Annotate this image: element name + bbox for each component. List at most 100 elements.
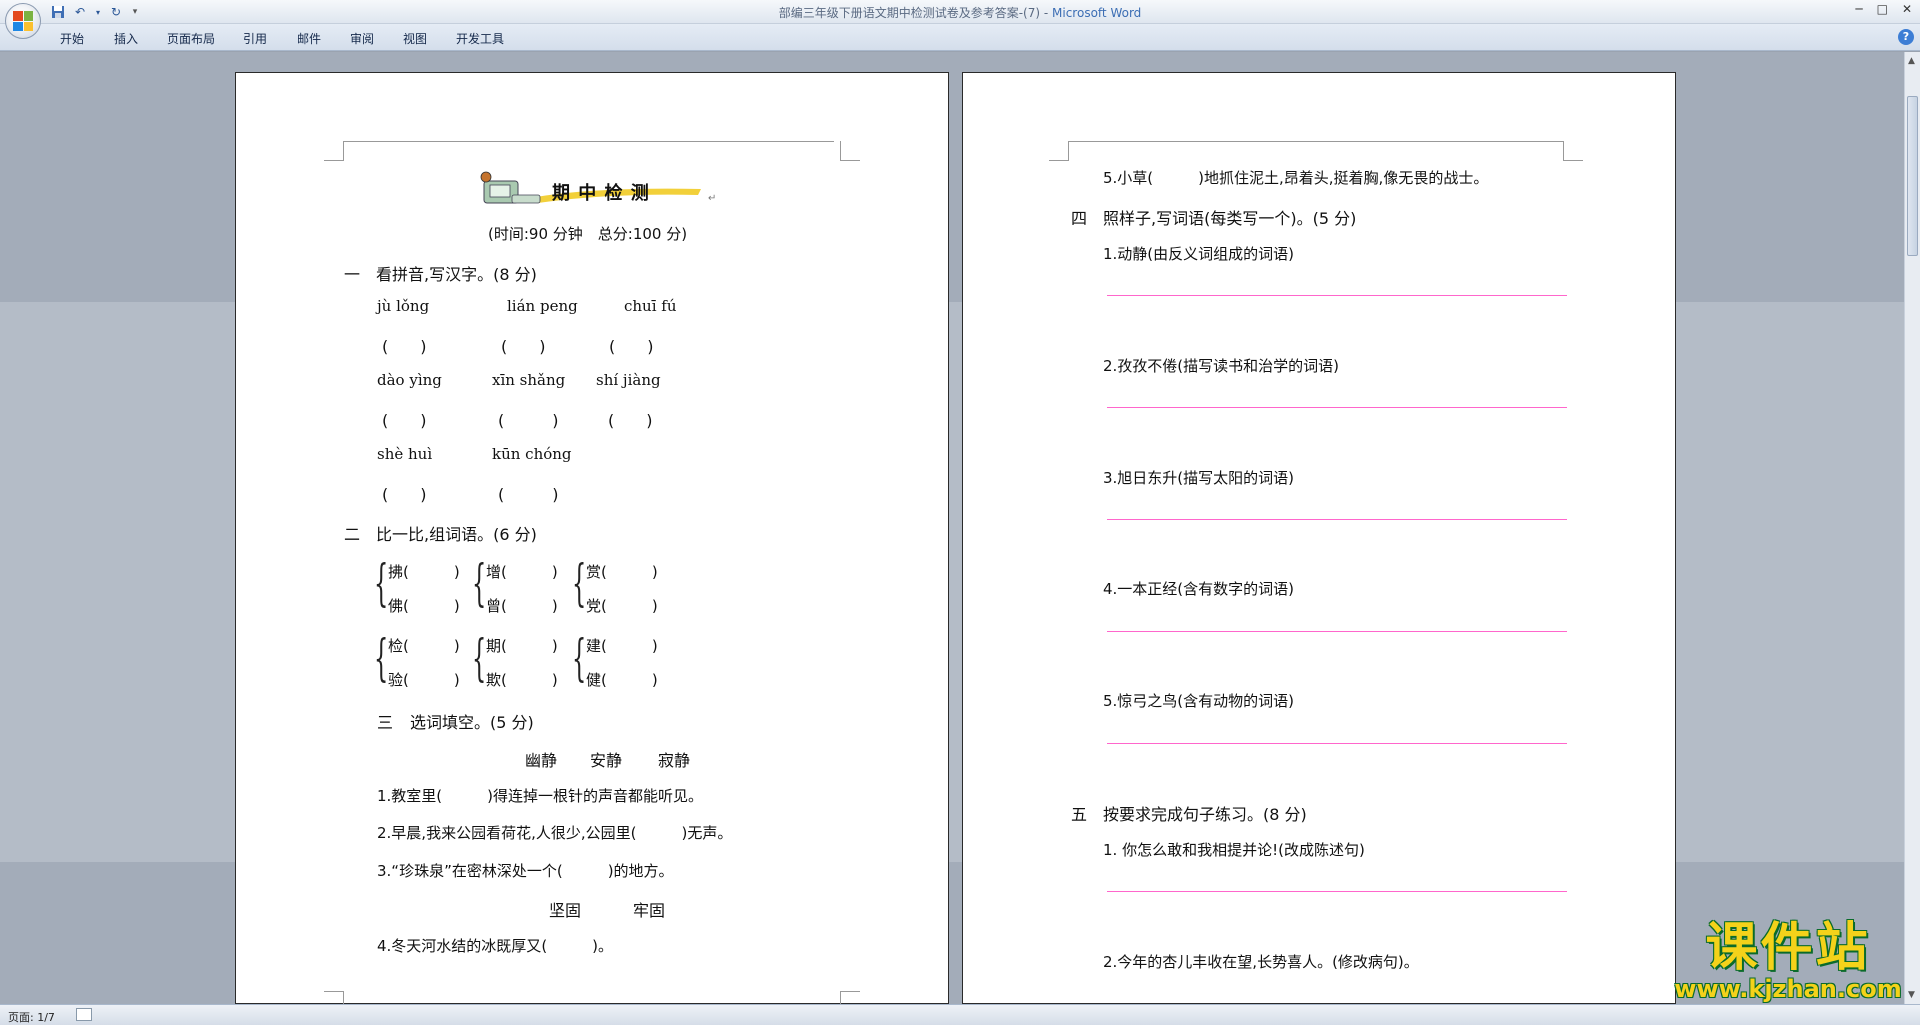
answer-line[interactable] — [1107, 891, 1567, 892]
section-3-heading: 选词填空。(5 分) — [410, 713, 534, 732]
office-button[interactable] — [5, 3, 41, 39]
title-separator: - — [1040, 6, 1053, 20]
vertical-scrollbar[interactable]: ▲ ▼ — [1904, 52, 1920, 1004]
word-group-item[interactable]: 佛( ) — [388, 595, 460, 616]
answer-blank[interactable]: ( ) — [382, 407, 427, 431]
answer-blank[interactable]: ( ) — [501, 333, 546, 357]
brace: { — [472, 629, 487, 687]
pinyin: lián peng — [507, 297, 578, 315]
pinyin: jù lǒng — [377, 297, 430, 315]
word-group-item[interactable]: 曾( ) — [486, 595, 558, 616]
answer-blank[interactable]: ( ) — [609, 333, 654, 357]
exercise-item: 2.孜孜不倦(描写读书和治学的词语) — [1103, 357, 1340, 375]
section-5-number: 五 — [1071, 805, 1088, 824]
page-title: 期 中 检 测 — [552, 183, 650, 204]
answer-line[interactable] — [1107, 407, 1567, 408]
title-bar: ↶ ▾ ↻ ▾ 部编三年级下册语文期中检测试卷及参考答案-(7) - Micro… — [0, 0, 1920, 24]
scroll-up-icon[interactable]: ▲ — [1908, 56, 1915, 66]
document-name: 部编三年级下册语文期中检测试卷及参考答案-(7) — [778, 6, 1041, 20]
pinyin: chuī fú — [624, 297, 677, 315]
site-watermark-logo: 课件站 www.kjzhan.com — [1668, 920, 1908, 1002]
tab-review[interactable]: 审阅 — [350, 30, 374, 47]
tab-developer[interactable]: 开发工具 — [456, 30, 504, 47]
answer-line[interactable] — [1107, 743, 1567, 744]
crop-mark — [1563, 141, 1583, 161]
word-choice: 安静 — [590, 751, 623, 770]
office-logo-icon — [13, 11, 33, 31]
brace: { — [374, 629, 389, 687]
exercise-item: 1. 你怎么敢和我相提并论!(改成陈述句) — [1103, 841, 1365, 859]
exercise-item: 1.动静(由反义词组成的词语) — [1103, 245, 1295, 263]
word-choice: 坚固 — [549, 901, 582, 920]
watermark-text: 课件站 — [1705, 918, 1871, 978]
word-group-item[interactable]: 期( ) — [486, 635, 558, 656]
exercise-item: 4.一本正经(含有数字的词语) — [1103, 580, 1295, 598]
page-indicator[interactable]: 页面: 1/7 — [8, 1009, 55, 1025]
answer-line[interactable] — [1107, 519, 1567, 520]
word-group-item[interactable]: 拂( ) — [388, 561, 460, 582]
tab-home[interactable]: 开始 — [60, 30, 84, 47]
pinyin: dào yìng — [377, 371, 442, 389]
exercise-item: 3.旭日东升(描写太阳的词语) — [1103, 469, 1295, 487]
answer-blank[interactable]: ( ) — [608, 407, 653, 431]
word-group-item[interactable]: 验( ) — [388, 669, 460, 690]
section-1-heading: 看拼音,写汉字。(8 分) — [376, 265, 537, 284]
word-group-item[interactable]: 增( ) — [486, 561, 558, 582]
document-page-1[interactable]: 期 中 检 测 ↵ (时间:90 分钟 总分:100 分) 一 看拼音,写汉字。… — [235, 72, 949, 1005]
ribbon-tab-bar: 开始 插入 页面布局 引用 邮件 审阅 视图 开发工具 ? — [0, 24, 1920, 51]
section-1-number: 一 — [344, 265, 361, 284]
word-group-item[interactable]: 欺( ) — [486, 669, 558, 690]
watermark-url: www.kjzhan.com — [1674, 975, 1902, 1003]
answer-blank[interactable]: ( ) — [498, 407, 559, 431]
scroll-down-icon[interactable]: ▼ — [1908, 990, 1915, 1000]
maximize-icon[interactable]: □ — [1877, 2, 1888, 16]
app-name: Microsoft Word — [1052, 6, 1142, 20]
scroll-thumb[interactable] — [1907, 96, 1918, 256]
section-3-number: 三 — [377, 713, 394, 732]
close-icon[interactable]: ✕ — [1902, 2, 1912, 16]
exam-subtitle: (时间:90 分钟 总分:100 分) — [488, 225, 688, 243]
answer-line[interactable] — [1107, 631, 1567, 632]
question: 3.“珍珠泉”在密林深处一个( )的地方。 — [377, 862, 674, 880]
question: 5.小草( )地抓住泥土,昂着头,挺着胸,像无畏的战士。 — [1103, 169, 1489, 187]
help-icon[interactable]: ? — [1898, 29, 1914, 45]
section-4-number: 四 — [1071, 209, 1088, 228]
section-5-heading: 按要求完成句子练习。(8 分) — [1103, 805, 1307, 824]
proofing-icon[interactable] — [76, 1008, 92, 1021]
tab-page-layout[interactable]: 页面布局 — [167, 30, 215, 47]
word-group-item[interactable]: 建( ) — [586, 635, 658, 656]
word-group-item[interactable]: 党( ) — [586, 595, 658, 616]
paragraph-mark: ↵ — [708, 193, 717, 204]
brace: { — [572, 629, 587, 687]
brace: { — [472, 554, 487, 612]
crop-mark — [343, 141, 344, 161]
brace: { — [572, 554, 587, 612]
crop-mark — [324, 991, 344, 1005]
tab-view[interactable]: 视图 — [403, 30, 427, 47]
crop-mark — [840, 141, 860, 161]
crop-mark — [1049, 141, 1069, 161]
word-group-item[interactable]: 健( ) — [586, 669, 658, 690]
exercise-item: 2.今年的杏儿丰收在望,长势喜人。(修改病句)。 — [1103, 953, 1419, 971]
crop-mark — [324, 141, 344, 161]
minimize-icon[interactable]: ─ — [1855, 2, 1862, 16]
word-group-item[interactable]: 检( ) — [388, 635, 460, 656]
answer-blank[interactable]: ( ) — [498, 481, 559, 505]
question: 1.教室里( )得连掉一根针的声音都能听见。 — [377, 787, 704, 805]
word-group-item[interactable]: 赏( ) — [586, 561, 658, 582]
word-choice: 寂静 — [658, 751, 691, 770]
word-choice: 幽静 — [525, 751, 558, 770]
tab-references[interactable]: 引用 — [243, 30, 267, 47]
word-choice: 牢固 — [633, 901, 666, 920]
pinyin: kūn chóng — [492, 445, 572, 463]
pinyin: xīn shǎng — [492, 371, 566, 389]
tab-insert[interactable]: 插入 — [114, 30, 138, 47]
answer-blank[interactable]: ( ) — [382, 481, 427, 505]
answer-line[interactable] — [1107, 295, 1567, 296]
answer-blank[interactable]: ( ) — [382, 333, 427, 357]
status-bar: 页面: 1/7 — [0, 1004, 1920, 1025]
tab-mailings[interactable]: 邮件 — [297, 30, 321, 47]
window-title: 部编三年级下册语文期中检测试卷及参考答案-(7) - Microsoft Wor… — [0, 4, 1920, 21]
document-page-2[interactable]: 5.小草( )地抓住泥土,昂着头,挺着胸,像无畏的战士。 四 照样子,写词语(每… — [962, 72, 1676, 1004]
section-4-heading: 照样子,写词语(每类写一个)。(5 分) — [1103, 209, 1357, 228]
